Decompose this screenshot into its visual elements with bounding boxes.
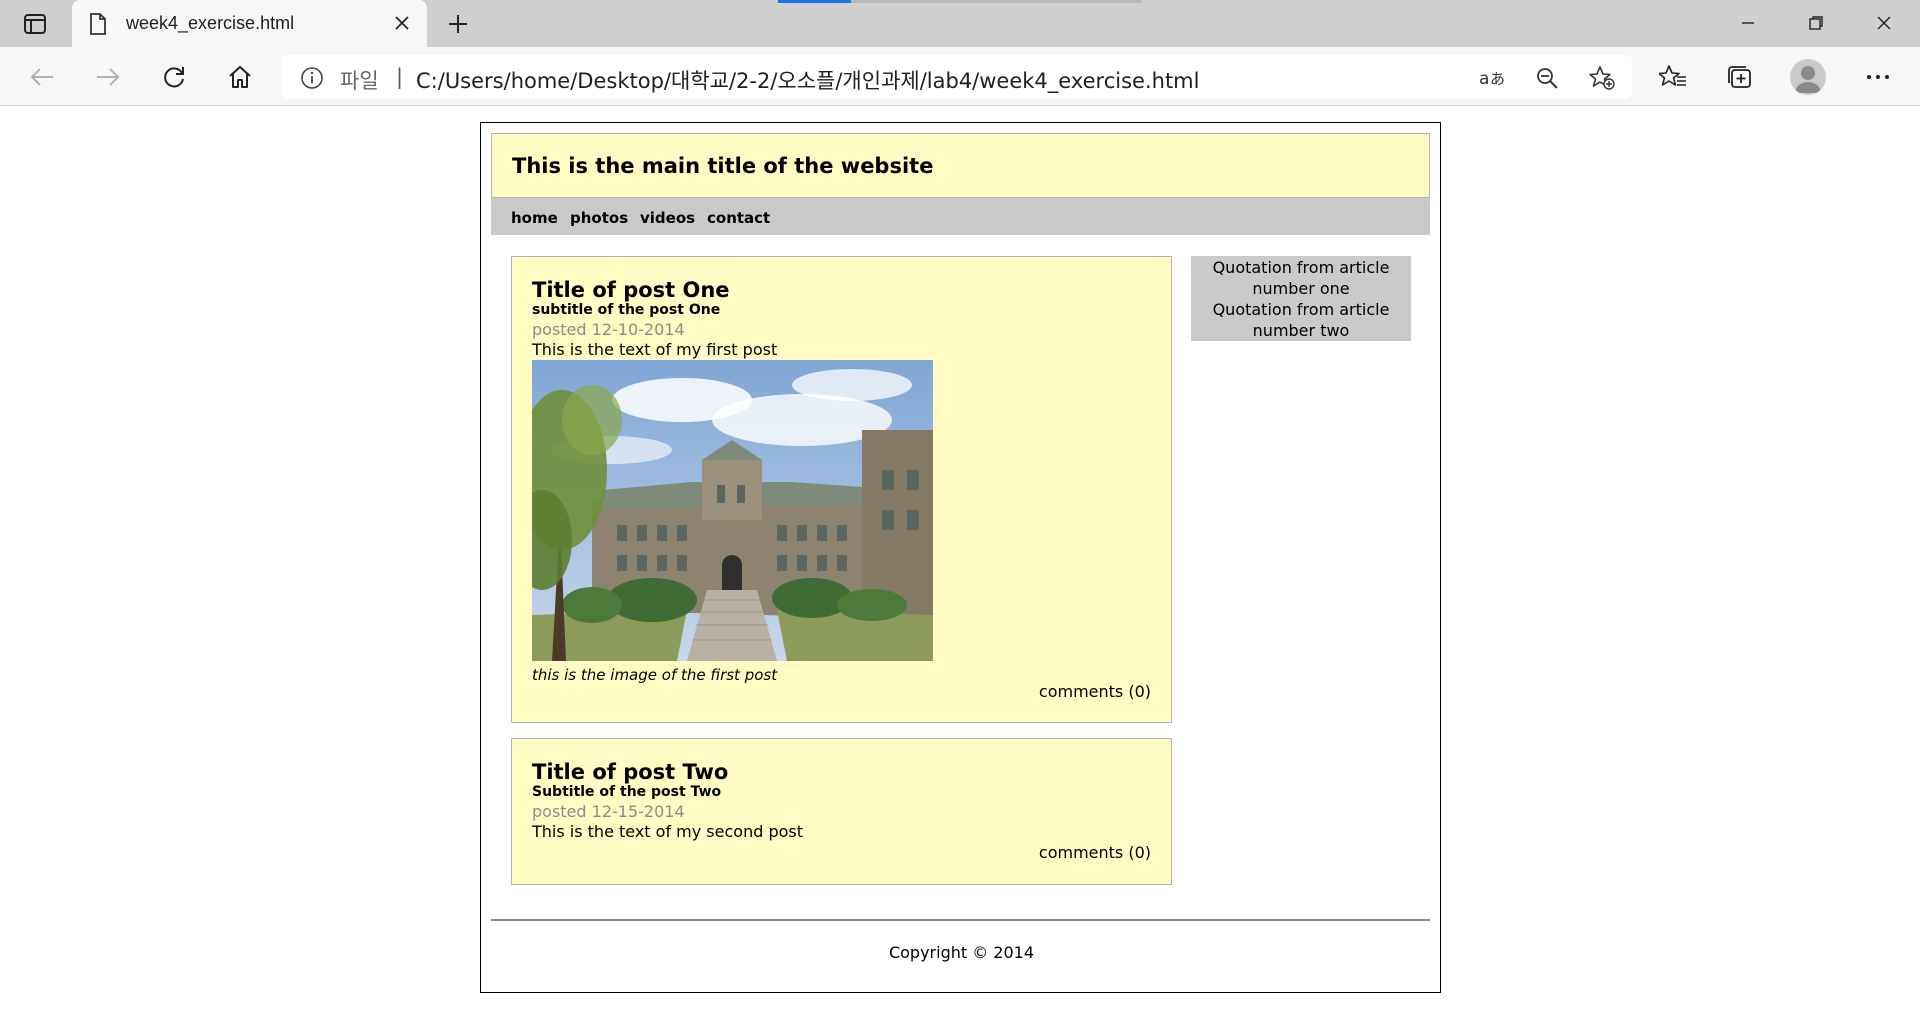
close-window-icon[interactable]	[1854, 6, 1914, 40]
tab-actions-icon[interactable]	[22, 12, 48, 36]
post-one: Title of post One subtitle of the post O…	[511, 256, 1172, 723]
post-date: posted 12-15-2014	[532, 802, 685, 821]
menu-item-videos[interactable]: videos	[640, 209, 695, 227]
post-subtitle: subtitle of the post One	[532, 302, 721, 318]
home-icon[interactable]	[222, 59, 258, 95]
quotation-one: Quotation from article number one	[1212, 258, 1390, 298]
menu-item-home[interactable]: home	[511, 209, 558, 227]
post-image	[532, 360, 933, 661]
post-image-caption: this is the image of the first post	[532, 666, 778, 684]
forward-arrow-icon[interactable]	[90, 59, 126, 95]
restore-icon[interactable]	[1786, 6, 1846, 40]
address-scheme: 파일	[340, 69, 379, 93]
quotation-two: Quotation from article number two	[1212, 300, 1390, 340]
loading-progress-bar	[778, 0, 1142, 3]
address-separator: |	[396, 65, 404, 89]
collections-icon[interactable]	[1722, 59, 1758, 95]
post-title: Title of post One	[532, 278, 730, 302]
post-comments-link[interactable]: comments (0)	[1039, 682, 1151, 701]
post-subtitle: Subtitle of the post Two	[532, 784, 722, 800]
post-title: Title of post Two	[532, 760, 729, 784]
info-icon[interactable]	[300, 66, 324, 90]
active-tab[interactable]: week4_exercise.html	[72, 0, 427, 47]
navigation-bar: 파일 | C:/Users/home/Desktop/대학교/2-2/오소플/개…	[0, 47, 1920, 106]
back-arrow-icon[interactable]	[24, 59, 60, 95]
post-comments-link[interactable]: comments (0)	[1039, 843, 1151, 862]
post-date: posted 12-10-2014	[532, 320, 685, 339]
menu-item-photos[interactable]: photos	[570, 209, 628, 227]
file-icon	[88, 12, 108, 36]
minimize-icon[interactable]	[1718, 6, 1778, 40]
tab-title: week4_exercise.html	[126, 13, 295, 33]
profile-icon[interactable]	[1790, 59, 1826, 95]
svg-text:あ: あ	[1490, 70, 1505, 88]
tab-bar: week4_exercise.html	[0, 0, 1920, 47]
address-bar[interactable]: 파일 | C:/Users/home/Desktop/대학교/2-2/오소플/개…	[282, 55, 1632, 99]
site-title: This is the main title of the website	[512, 154, 934, 178]
post-text: This is the text of my second post	[532, 822, 804, 841]
more-icon[interactable]	[1860, 59, 1896, 95]
page-container: This is the main title of the website ho…	[480, 122, 1441, 993]
site-header: This is the main title of the website	[491, 133, 1430, 198]
post-two: Title of post Two Subtitle of the post T…	[511, 738, 1172, 885]
add-favorite-icon[interactable]	[1588, 65, 1616, 91]
loading-progress-fill	[778, 0, 851, 3]
footer-copyright: Copyright © 2014	[888, 943, 1035, 962]
menu-item-contact[interactable]: contact	[707, 209, 770, 227]
zoom-out-icon[interactable]	[1533, 65, 1561, 91]
footer-divider	[491, 919, 1430, 921]
read-aloud-icon[interactable]: aあ	[1478, 65, 1506, 91]
address-url[interactable]: C:/Users/home/Desktop/대학교/2-2/오소플/개인과제/l…	[416, 65, 1199, 95]
refresh-icon[interactable]	[156, 59, 192, 95]
favorites-icon[interactable]	[1655, 59, 1691, 95]
close-icon[interactable]	[391, 12, 413, 34]
site-menu: home photos videos contact	[491, 198, 1430, 235]
plus-icon[interactable]	[444, 10, 472, 38]
quotations-aside: Quotation from article number one Quotat…	[1191, 256, 1411, 341]
post-text: This is the text of my first post	[532, 340, 778, 359]
svg-text:a: a	[1479, 69, 1489, 89]
